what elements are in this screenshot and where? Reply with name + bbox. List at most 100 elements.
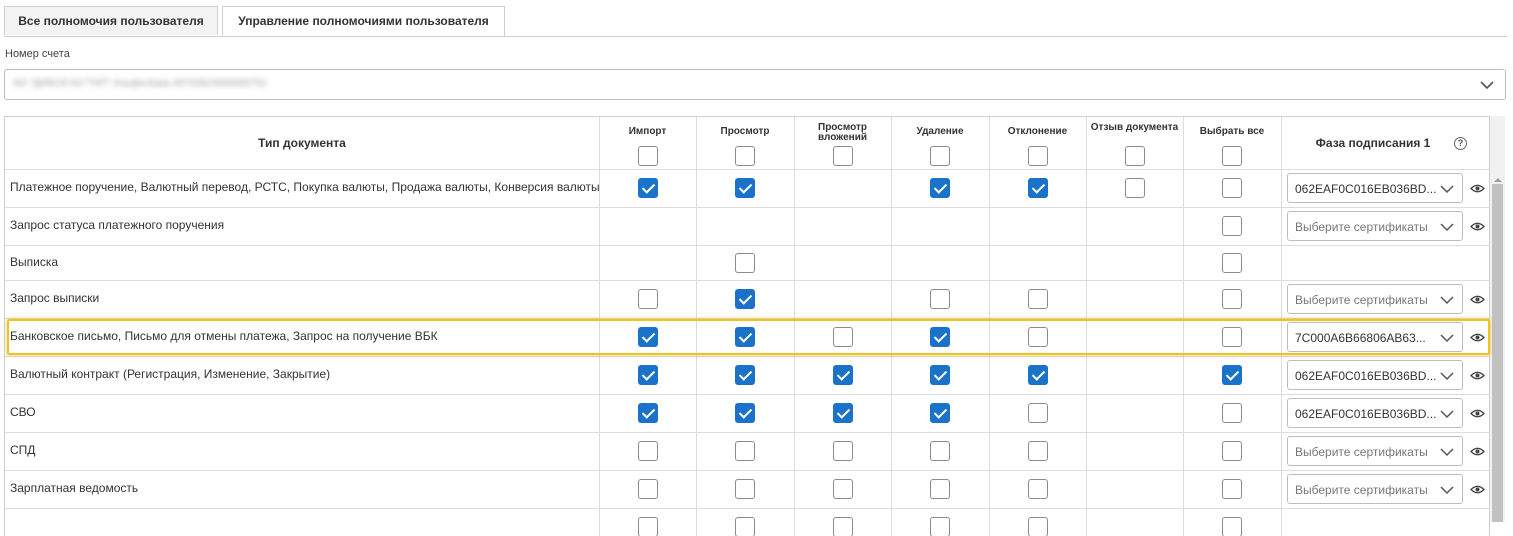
checkbox-all[interactable] bbox=[1222, 441, 1242, 461]
eye-icon[interactable] bbox=[1470, 484, 1485, 495]
checkbox-view[interactable] bbox=[735, 441, 755, 461]
column-divider bbox=[989, 117, 990, 536]
chevron-down-icon bbox=[1440, 296, 1454, 305]
checkbox-import[interactable] bbox=[637, 289, 658, 309]
certificate-select[interactable]: 062EAF0C016EB036BD... bbox=[1287, 360, 1463, 390]
certificate-value: Выберите сертификаты bbox=[1295, 445, 1428, 459]
checkbox-all[interactable] bbox=[1222, 289, 1242, 309]
eye-icon[interactable] bbox=[1470, 221, 1485, 232]
header-checkbox-view[interactable] bbox=[735, 146, 755, 166]
checkbox-all[interactable] bbox=[1222, 327, 1242, 347]
row-doc-type: Запрос выписки bbox=[10, 291, 100, 305]
scroll-thumb[interactable] bbox=[1492, 184, 1503, 522]
checkbox-import[interactable] bbox=[637, 327, 658, 347]
header-checkbox-reject[interactable] bbox=[1027, 146, 1048, 166]
checkbox-reject[interactable] bbox=[1027, 441, 1048, 461]
checkbox-view[interactable] bbox=[735, 365, 755, 385]
checkbox-recall[interactable] bbox=[1124, 178, 1145, 198]
checkbox-import[interactable] bbox=[637, 178, 658, 198]
chevron-down-icon bbox=[1440, 448, 1454, 457]
checkbox-delete[interactable] bbox=[930, 441, 950, 461]
row-doc-type: Запрос статуса платежного поручения bbox=[10, 218, 225, 232]
checkbox-all[interactable] bbox=[1222, 252, 1242, 273]
table-scrollbar[interactable] bbox=[1490, 116, 1505, 522]
column-divider bbox=[1086, 117, 1087, 536]
checkbox-reject[interactable] bbox=[1027, 479, 1048, 499]
eye-icon[interactable] bbox=[1470, 332, 1485, 343]
certificate-select[interactable]: Выберите сертификаты bbox=[1287, 211, 1463, 241]
header-checkbox-all[interactable] bbox=[1222, 146, 1242, 166]
header-checkbox-recall[interactable] bbox=[1124, 146, 1145, 166]
row-doc-type: Платежное поручение, Валютный перевод, Р… bbox=[10, 180, 600, 194]
help-circle-icon[interactable]: ? bbox=[1454, 137, 1467, 150]
checkbox-view[interactable] bbox=[735, 289, 755, 309]
checkbox-view[interactable] bbox=[735, 479, 755, 499]
certificate-select[interactable]: 062EAF0C016EB036BD... bbox=[1287, 173, 1463, 203]
account-select[interactable]: АО "ДИКСИ Юг"ТКП" Альфа-Банк 40702810000… bbox=[4, 69, 1506, 100]
header-view: Просмотр bbox=[720, 126, 770, 137]
row-divider bbox=[5, 356, 1489, 357]
header-import: Импорт bbox=[628, 126, 667, 137]
header-checkbox-delete[interactable] bbox=[930, 146, 950, 166]
checkbox-view[interactable] bbox=[735, 252, 755, 273]
certificate-select[interactable]: Выберите сертификаты bbox=[1287, 436, 1463, 466]
eye-icon[interactable] bbox=[1470, 408, 1485, 419]
account-value: АО "ДИКСИ Юг"ТКП" Альфа-Банк 40702810000… bbox=[13, 78, 268, 89]
checkbox-import[interactable] bbox=[637, 403, 658, 423]
checkbox-delete[interactable] bbox=[930, 365, 950, 385]
checkbox-import[interactable] bbox=[637, 479, 658, 499]
checkbox-view_att[interactable] bbox=[832, 479, 853, 499]
checkbox-delete[interactable] bbox=[930, 289, 950, 309]
tab-manage-permissions[interactable]: Управление полномочиями пользователя bbox=[222, 6, 505, 36]
checkbox-view_att[interactable] bbox=[832, 441, 853, 461]
header-checkbox-view_att[interactable] bbox=[832, 146, 853, 166]
checkbox-view[interactable] bbox=[735, 403, 755, 423]
checkbox-view_att[interactable] bbox=[832, 403, 853, 423]
checkbox-reject[interactable] bbox=[1027, 327, 1048, 347]
checkbox-all[interactable] bbox=[1222, 479, 1242, 499]
header-recall: Отзыв документа bbox=[1090, 122, 1179, 133]
checkbox-reject[interactable] bbox=[1027, 403, 1048, 423]
checkbox-import[interactable] bbox=[637, 517, 658, 536]
column-divider bbox=[1281, 117, 1282, 536]
checkbox-reject[interactable] bbox=[1027, 365, 1048, 385]
certificate-select[interactable]: 062EAF0C016EB036BD... bbox=[1287, 398, 1463, 428]
checkbox-delete[interactable] bbox=[930, 479, 950, 499]
checkbox-all[interactable] bbox=[1222, 403, 1242, 423]
checkbox-all[interactable] bbox=[1222, 216, 1242, 236]
checkbox-all[interactable] bbox=[1222, 365, 1242, 385]
checkbox-import[interactable] bbox=[637, 365, 658, 385]
scroll-up-arrow[interactable] bbox=[1494, 178, 1502, 182]
checkbox-reject[interactable] bbox=[1027, 517, 1048, 536]
checkbox-view[interactable] bbox=[735, 178, 755, 198]
eye-icon[interactable] bbox=[1470, 446, 1485, 457]
checkbox-import[interactable] bbox=[637, 441, 658, 461]
certificate-select[interactable]: 7C000A6B66806AB63... bbox=[1287, 322, 1463, 352]
certificate-select[interactable]: Выберите сертификаты bbox=[1287, 474, 1463, 504]
checkbox-view_att[interactable] bbox=[832, 327, 853, 347]
checkbox-delete[interactable] bbox=[930, 178, 950, 198]
eye-icon[interactable] bbox=[1470, 370, 1485, 381]
certificate-select[interactable]: Выберите сертификаты bbox=[1287, 284, 1463, 314]
certificate-value: Выберите сертификаты bbox=[1295, 483, 1428, 497]
certificate-value: 062EAF0C016EB036BD... bbox=[1295, 182, 1437, 196]
header-checkbox-import[interactable] bbox=[637, 146, 658, 166]
checkbox-reject[interactable] bbox=[1027, 178, 1048, 198]
checkbox-all[interactable] bbox=[1222, 178, 1242, 198]
checkbox-delete[interactable] bbox=[930, 327, 950, 347]
checkbox-all[interactable] bbox=[1222, 517, 1242, 536]
checkbox-delete[interactable] bbox=[930, 517, 950, 536]
tab-all-permissions[interactable]: Все полномочия пользователя bbox=[4, 6, 218, 35]
checkbox-view[interactable] bbox=[735, 517, 755, 536]
row-divider bbox=[5, 508, 1489, 509]
checkbox-view[interactable] bbox=[735, 327, 755, 347]
checkbox-delete[interactable] bbox=[930, 403, 950, 423]
row-divider bbox=[5, 280, 1489, 281]
checkbox-reject[interactable] bbox=[1027, 289, 1048, 309]
eye-icon[interactable] bbox=[1470, 183, 1485, 194]
checkbox-view_att[interactable] bbox=[832, 517, 853, 536]
checkbox-view_att[interactable] bbox=[832, 365, 853, 385]
chevron-down-icon bbox=[1440, 223, 1454, 232]
eye-icon[interactable] bbox=[1470, 294, 1485, 305]
row-divider bbox=[5, 318, 1489, 319]
